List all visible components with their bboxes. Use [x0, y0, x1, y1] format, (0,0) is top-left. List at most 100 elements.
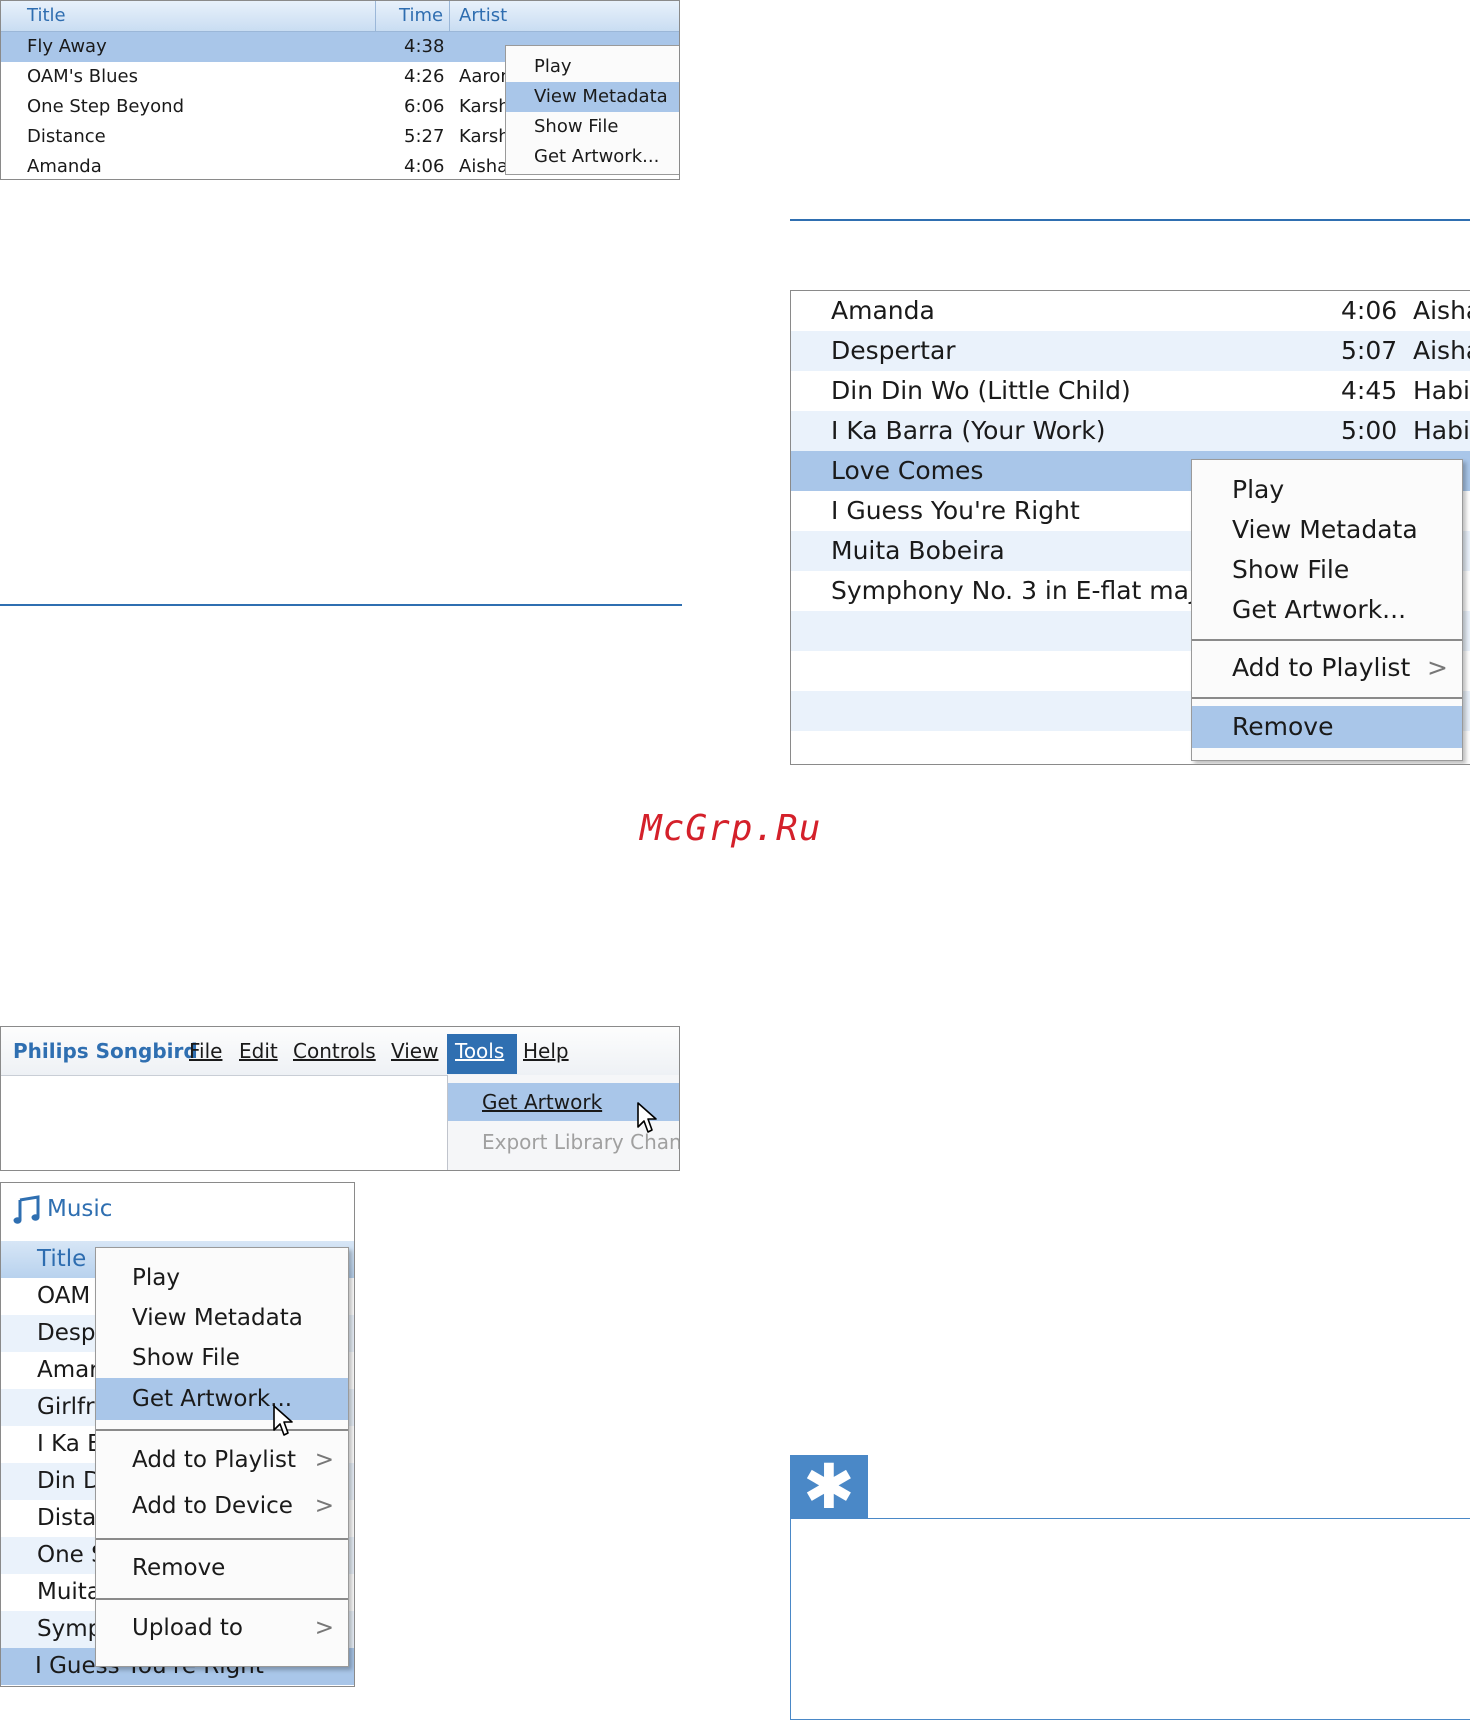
menu-item-view-metadata[interactable]: View Metadata [96, 1298, 348, 1338]
track-time: 6:06 [404, 96, 445, 117]
menu-item-label: Add to Playlist [132, 1447, 296, 1473]
track-list-panel-2: Amanda 4:06 Aisha Despertar 5:07 Aisha D… [790, 290, 1470, 765]
column-header-bar: Title Time Artist [1, 1, 679, 32]
track-artist: Karsh [459, 126, 510, 147]
menu-item-show-file[interactable]: Show File [96, 1338, 348, 1378]
column-header-title[interactable]: Title [37, 1241, 86, 1278]
track-title: OAM's Blues [27, 66, 138, 87]
track-list-panel-1: Title Time Artist Fly Away 4:38 OAM's Bl… [0, 0, 680, 180]
column-header-time[interactable]: Time [399, 5, 443, 26]
menu-item-get-artwork[interactable]: Get Artwork... [1192, 590, 1462, 630]
menu-item-show-file[interactable]: Show File [506, 112, 679, 142]
menu-item-upload-to[interactable]: Upload to > [96, 1606, 348, 1650]
music-library-panel: Music Title OAM Desp Amar Girlfr I Ka E … [0, 1182, 355, 1687]
tip-asterisk-icon: ✱ [790, 1455, 868, 1519]
track-time: 4:06 [404, 156, 445, 177]
track-title: Muita [37, 1579, 101, 1605]
track-title: Desp [37, 1320, 96, 1346]
app-brand: Philips Songbird [13, 1039, 198, 1063]
songbird-menubar-panel: Philips Songbird File Edit Controls View… [0, 1026, 680, 1171]
track-title: One Step Beyond [27, 96, 184, 117]
track-title: OAM [37, 1283, 91, 1309]
track-title: Despertar [831, 336, 956, 365]
track-title: I Guess You're Right [831, 496, 1080, 525]
track-title: Amanda [27, 156, 102, 177]
track-title: Amar [37, 1357, 99, 1383]
track-time: 4:06 [1341, 296, 1398, 325]
menu-controls[interactable]: Controls [293, 1039, 376, 1063]
menu-item-remove[interactable]: Remove [1192, 706, 1462, 748]
track-title: Din D [37, 1468, 101, 1494]
chevron-right-icon: > [314, 1447, 334, 1473]
menu-item-get-artwork[interactable]: Get Artwork [482, 1090, 602, 1114]
divider [0, 604, 682, 606]
menu-item-add-to-playlist[interactable]: Add to Playlist > [96, 1438, 348, 1482]
context-menu: Play View Metadata Show File Get Artwork… [505, 45, 679, 175]
context-menu: Play View Metadata Show File Get Artwork… [95, 1247, 349, 1667]
track-title: I Ka E [37, 1431, 102, 1457]
menu-item-view-metadata[interactable]: View Metadata [1192, 510, 1462, 550]
track-time: 4:26 [404, 66, 445, 87]
track-artist: Habi [1413, 416, 1470, 445]
table-row[interactable]: Amanda 4:06 Aisha [791, 291, 1470, 331]
track-artist: Karsh [459, 96, 510, 117]
track-time: 4:45 [1341, 376, 1398, 405]
track-title: Muita Bobeira [831, 536, 1005, 565]
menu-item-label: Upload to [132, 1615, 243, 1641]
menu-help[interactable]: Help [523, 1039, 569, 1063]
menu-bar: Philips Songbird File Edit Controls View… [1, 1027, 679, 1076]
menu-item-add-to-device[interactable]: Add to Device > [96, 1484, 348, 1528]
menu-item-show-file[interactable]: Show File [1192, 550, 1462, 590]
mouse-pointer-icon [637, 1102, 657, 1133]
tip-box [790, 1518, 1470, 1720]
chevron-right-icon: > [314, 1615, 334, 1641]
column-header-title[interactable]: Title [27, 5, 66, 26]
music-label[interactable]: Music [47, 1196, 112, 1222]
track-title: Distance [27, 126, 106, 147]
menu-item-label: Add to Device [132, 1493, 293, 1519]
column-header-artist[interactable]: Artist [459, 5, 507, 26]
menu-edit[interactable]: Edit [239, 1039, 278, 1063]
tools-dropdown: Get Artwork Export Library Chang [447, 1075, 679, 1170]
track-artist: Habi [1413, 376, 1470, 405]
track-title: Symphony No. 3 in E-flat major [831, 576, 1222, 605]
context-menu: Play View Metadata Show File Get Artwork… [1191, 459, 1463, 761]
watermark-text: McGrp.Ru [640, 808, 822, 849]
track-time: 5:00 [1341, 416, 1398, 445]
track-title: I Ka Barra (Your Work) [831, 416, 1106, 445]
music-note-icon [13, 1195, 40, 1224]
table-row[interactable]: Din Din Wo (Little Child) 4:45 Habi [791, 371, 1470, 411]
track-title: Symp [37, 1616, 103, 1642]
menu-item-get-artwork[interactable]: Get Artwork... [96, 1378, 348, 1420]
track-time: 5:27 [404, 126, 445, 147]
menu-item-play[interactable]: Play [96, 1258, 348, 1298]
chevron-right-icon: > [1427, 653, 1448, 682]
table-row[interactable]: I Ka Barra (Your Work) 5:00 Habi [791, 411, 1470, 451]
menu-tools[interactable]: Tools [455, 1039, 504, 1063]
track-title: Girlfr [37, 1394, 95, 1420]
track-artist: Aisha [459, 156, 509, 177]
menu-item-view-metadata[interactable]: View Metadata [506, 82, 679, 112]
track-time: 4:38 [404, 36, 445, 57]
chevron-right-icon: > [314, 1493, 334, 1519]
track-time: 5:07 [1341, 336, 1398, 365]
menu-item-play[interactable]: Play [506, 52, 679, 82]
menu-item-label: Add to Playlist [1232, 653, 1411, 682]
track-title: Love Comes [831, 456, 984, 485]
menu-item-remove[interactable]: Remove [96, 1546, 348, 1590]
track-title: Amanda [831, 296, 935, 325]
menu-item-add-to-playlist[interactable]: Add to Playlist > [1192, 646, 1462, 690]
menu-item-get-artwork[interactable]: Get Artwork... [506, 142, 679, 172]
track-title: Dista [37, 1505, 97, 1531]
menu-file[interactable]: File [189, 1039, 222, 1063]
track-artist: Aisha [1413, 296, 1470, 325]
divider [790, 219, 1470, 221]
track-artist: Aisha [1413, 336, 1470, 365]
table-row[interactable]: Despertar 5:07 Aisha [791, 331, 1470, 371]
track-title: Din Din Wo (Little Child) [831, 376, 1131, 405]
menu-view[interactable]: View [391, 1039, 438, 1063]
mouse-pointer-icon [273, 1405, 293, 1436]
menu-item-play[interactable]: Play [1192, 470, 1462, 510]
track-artist: Aaron [459, 66, 512, 87]
track-title: Fly Away [27, 36, 107, 57]
